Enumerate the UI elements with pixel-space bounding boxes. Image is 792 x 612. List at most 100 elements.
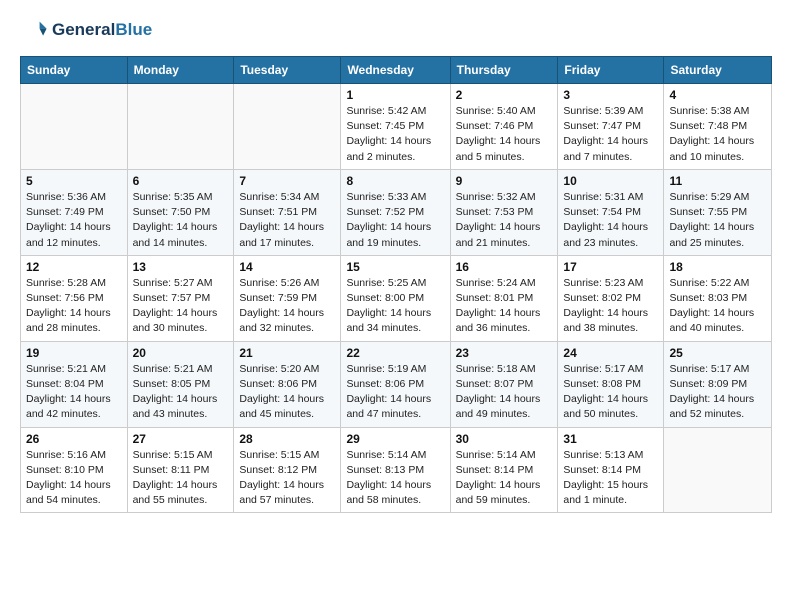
empty-cell bbox=[664, 427, 772, 513]
day-info: Sunrise: 5:38 AMSunset: 7:48 PMDaylight:… bbox=[669, 104, 766, 165]
day-number: 14 bbox=[239, 260, 335, 274]
day-cell-15: 15 Sunrise: 5:25 AMSunset: 8:00 PMDayligh… bbox=[341, 255, 450, 341]
day-info: Sunrise: 5:34 AMSunset: 7:51 PMDaylight:… bbox=[239, 190, 335, 251]
day-info: Sunrise: 5:21 AMSunset: 8:05 PMDaylight:… bbox=[133, 362, 229, 423]
day-number: 12 bbox=[26, 260, 122, 274]
day-info: Sunrise: 5:27 AMSunset: 7:57 PMDaylight:… bbox=[133, 276, 229, 337]
day-info: Sunrise: 5:20 AMSunset: 8:06 PMDaylight:… bbox=[239, 362, 335, 423]
day-cell-21: 21 Sunrise: 5:20 AMSunset: 8:06 PMDayligh… bbox=[234, 341, 341, 427]
day-number: 3 bbox=[563, 88, 658, 102]
day-number: 22 bbox=[346, 346, 444, 360]
day-info: Sunrise: 5:14 AMSunset: 8:13 PMDaylight:… bbox=[346, 448, 444, 509]
day-number: 10 bbox=[563, 174, 658, 188]
day-cell-3: 3 Sunrise: 5:39 AMSunset: 7:47 PMDaylight… bbox=[558, 84, 664, 170]
day-cell-7: 7 Sunrise: 5:34 AMSunset: 7:51 PMDaylight… bbox=[234, 169, 341, 255]
day-cell-28: 28 Sunrise: 5:15 AMSunset: 8:12 PMDayligh… bbox=[234, 427, 341, 513]
day-number: 23 bbox=[456, 346, 553, 360]
day-info: Sunrise: 5:25 AMSunset: 8:00 PMDaylight:… bbox=[346, 276, 444, 337]
day-number: 11 bbox=[669, 174, 766, 188]
weekday-header-saturday: Saturday bbox=[664, 57, 772, 84]
day-cell-12: 12 Sunrise: 5:28 AMSunset: 7:56 PMDayligh… bbox=[21, 255, 128, 341]
day-cell-8: 8Sunrise: 5:33 AMSunset: 7:52 PMDaylight… bbox=[341, 169, 450, 255]
week-row-4: 19Sunrise: 5:21 AMSunset: 8:04 PMDayligh… bbox=[21, 341, 772, 427]
day-number: 20 bbox=[133, 346, 229, 360]
day-number: 13 bbox=[133, 260, 229, 274]
day-info: Sunrise: 5:26 AMSunset: 7:59 PMDaylight:… bbox=[239, 276, 335, 337]
week-row-2: 5 Sunrise: 5:36 AMSunset: 7:49 PMDaylight… bbox=[21, 169, 772, 255]
day-info: Sunrise: 5:18 AMSunset: 8:07 PMDaylight:… bbox=[456, 362, 553, 423]
day-number: 31 bbox=[563, 432, 658, 446]
day-info: Sunrise: 5:19 AMSunset: 8:06 PMDaylight:… bbox=[346, 362, 444, 423]
day-cell-17: 17 Sunrise: 5:23 AMSunset: 8:02 PMDayligh… bbox=[558, 255, 664, 341]
weekday-header-friday: Friday bbox=[558, 57, 664, 84]
day-cell-25: 25 Sunrise: 5:17 AMSunset: 8:09 PMDayligh… bbox=[664, 341, 772, 427]
day-info: Sunrise: 5:15 AMSunset: 8:12 PMDaylight:… bbox=[239, 448, 335, 509]
day-number: 9 bbox=[456, 174, 553, 188]
day-info: Sunrise: 5:17 AMSunset: 8:08 PMDaylight:… bbox=[563, 362, 658, 423]
day-info: Sunrise: 5:32 AMSunset: 7:53 PMDaylight:… bbox=[456, 190, 553, 251]
logo-icon bbox=[20, 16, 48, 44]
day-info: Sunrise: 5:24 AMSunset: 8:01 PMDaylight:… bbox=[456, 276, 553, 337]
day-info: Sunrise: 5:36 AMSunset: 7:49 PMDaylight:… bbox=[26, 190, 122, 251]
day-number: 21 bbox=[239, 346, 335, 360]
week-row-1: 1 Sunrise: 5:42 AMSunset: 7:45 PMDaylight… bbox=[21, 84, 772, 170]
day-info: Sunrise: 5:35 AMSunset: 7:50 PMDaylight:… bbox=[133, 190, 229, 251]
day-cell-6: 6 Sunrise: 5:35 AMSunset: 7:50 PMDaylight… bbox=[127, 169, 234, 255]
day-cell-10: 10 Sunrise: 5:31 AMSunset: 7:54 PMDayligh… bbox=[558, 169, 664, 255]
day-number: 24 bbox=[563, 346, 658, 360]
day-info: Sunrise: 5:28 AMSunset: 7:56 PMDaylight:… bbox=[26, 276, 122, 337]
day-cell-29: 29 Sunrise: 5:14 AMSunset: 8:13 PMDayligh… bbox=[341, 427, 450, 513]
day-number: 28 bbox=[239, 432, 335, 446]
day-cell-4: 4 Sunrise: 5:38 AMSunset: 7:48 PMDaylight… bbox=[664, 84, 772, 170]
day-number: 26 bbox=[26, 432, 122, 446]
day-info: Sunrise: 5:14 AMSunset: 8:14 PMDaylight:… bbox=[456, 448, 553, 509]
day-cell-9: 9 Sunrise: 5:32 AMSunset: 7:53 PMDaylight… bbox=[450, 169, 558, 255]
day-number: 25 bbox=[669, 346, 766, 360]
day-number: 29 bbox=[346, 432, 444, 446]
day-number: 4 bbox=[669, 88, 766, 102]
day-number: 17 bbox=[563, 260, 658, 274]
day-cell-23: 23 Sunrise: 5:18 AMSunset: 8:07 PMDayligh… bbox=[450, 341, 558, 427]
day-info: Sunrise: 5:17 AMSunset: 8:09 PMDaylight:… bbox=[669, 362, 766, 423]
empty-cell bbox=[21, 84, 128, 170]
day-cell-30: 30 Sunrise: 5:14 AMSunset: 8:14 PMDayligh… bbox=[450, 427, 558, 513]
calendar-page: GeneralBlue SundayMondayTuesdayWednesday… bbox=[0, 0, 792, 533]
day-info: Sunrise: 5:29 AMSunset: 7:55 PMDaylight:… bbox=[669, 190, 766, 251]
empty-cell bbox=[234, 84, 341, 170]
day-cell-27: 27Sunrise: 5:15 AMSunset: 8:11 PMDayligh… bbox=[127, 427, 234, 513]
day-cell-11: 11 Sunrise: 5:29 AMSunset: 7:55 PMDayligh… bbox=[664, 169, 772, 255]
day-number: 6 bbox=[133, 174, 229, 188]
day-cell-18: 18Sunrise: 5:22 AMSunset: 8:03 PMDayligh… bbox=[664, 255, 772, 341]
day-info: Sunrise: 5:16 AMSunset: 8:10 PMDaylight:… bbox=[26, 448, 122, 509]
day-cell-2: 2Sunrise: 5:40 AMSunset: 7:46 PMDaylight… bbox=[450, 84, 558, 170]
day-cell-31: 31 Sunrise: 5:13 AMSunset: 8:14 PMDayligh… bbox=[558, 427, 664, 513]
day-info: Sunrise: 5:15 AMSunset: 8:11 PMDaylight:… bbox=[133, 448, 229, 509]
weekday-header-row: SundayMondayTuesdayWednesdayThursdayFrid… bbox=[21, 57, 772, 84]
day-info: Sunrise: 5:39 AMSunset: 7:47 PMDaylight:… bbox=[563, 104, 658, 165]
weekday-header-thursday: Thursday bbox=[450, 57, 558, 84]
day-number: 30 bbox=[456, 432, 553, 446]
day-cell-22: 22 Sunrise: 5:19 AMSunset: 8:06 PMDayligh… bbox=[341, 341, 450, 427]
day-info: Sunrise: 5:31 AMSunset: 7:54 PMDaylight:… bbox=[563, 190, 658, 251]
day-cell-5: 5 Sunrise: 5:36 AMSunset: 7:49 PMDaylight… bbox=[21, 169, 128, 255]
weekday-header-sunday: Sunday bbox=[21, 57, 128, 84]
day-number: 5 bbox=[26, 174, 122, 188]
weekday-header-monday: Monday bbox=[127, 57, 234, 84]
day-number: 7 bbox=[239, 174, 335, 188]
day-info: Sunrise: 5:23 AMSunset: 8:02 PMDaylight:… bbox=[563, 276, 658, 337]
day-number: 1 bbox=[346, 88, 444, 102]
day-cell-26: 26 Sunrise: 5:16 AMSunset: 8:10 PMDayligh… bbox=[21, 427, 128, 513]
header: GeneralBlue bbox=[20, 16, 772, 44]
logo: GeneralBlue bbox=[20, 16, 152, 44]
day-number: 15 bbox=[346, 260, 444, 274]
weekday-header-wednesday: Wednesday bbox=[341, 57, 450, 84]
empty-cell bbox=[127, 84, 234, 170]
calendar-table: SundayMondayTuesdayWednesdayThursdayFrid… bbox=[20, 56, 772, 513]
day-info: Sunrise: 5:33 AMSunset: 7:52 PMDaylight:… bbox=[346, 190, 444, 251]
weekday-header-tuesday: Tuesday bbox=[234, 57, 341, 84]
day-number: 2 bbox=[456, 88, 553, 102]
day-info: Sunrise: 5:42 AMSunset: 7:45 PMDaylight:… bbox=[346, 104, 444, 165]
day-cell-14: 14 Sunrise: 5:26 AMSunset: 7:59 PMDayligh… bbox=[234, 255, 341, 341]
week-row-5: 26 Sunrise: 5:16 AMSunset: 8:10 PMDayligh… bbox=[21, 427, 772, 513]
day-info: Sunrise: 5:13 AMSunset: 8:14 PMDaylight:… bbox=[563, 448, 658, 509]
